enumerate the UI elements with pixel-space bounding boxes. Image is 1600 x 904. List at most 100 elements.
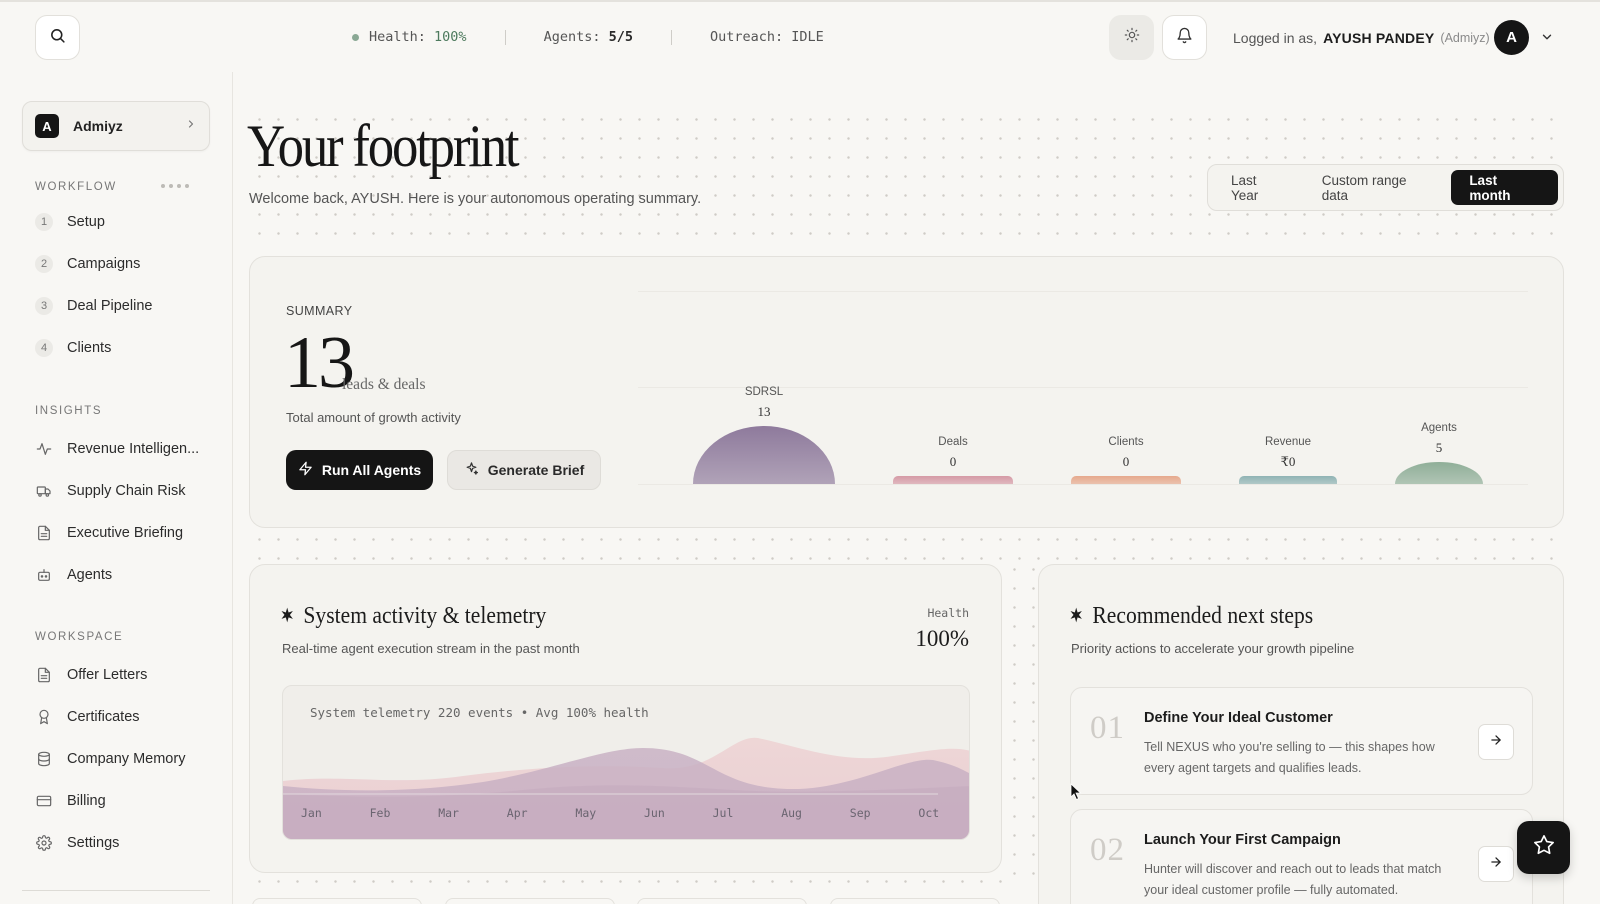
next-steps-title: Recommended next steps [1069,603,1313,630]
sidebar-item-label: Agents [67,567,113,583]
system-status-bar: Health: 100% Agents: 5/5 Outreach: IDLE [352,27,824,47]
month-tick-label: Aug [781,806,802,820]
step-description: Tell NEXUS who you're selling to — this … [1144,740,1435,775]
collapsed-card [637,898,807,904]
health-status-dot [352,33,359,41]
top-border [0,0,1600,2]
month-tick-label: Feb [369,806,391,820]
sidebar-item-label: Settings [67,835,120,851]
metric-label: Deals [938,436,968,448]
search-button[interactable] [35,15,80,60]
chart-gridline [638,291,1528,292]
sidebar-item-setup[interactable]: 1 Setup [35,207,220,237]
org-switcher[interactable]: A Admiyz [22,101,210,151]
date-range-selector: Last Year Custom range data Last month [1207,164,1564,211]
status-divider [671,29,672,45]
sidebar-item-label: Offer Letters [67,667,148,683]
generate-brief-button[interactable]: Generate Brief [447,450,601,490]
login-info: Logged in as, AYUSH PANDEY (Admiyz) [1233,27,1490,49]
theme-toggle-button[interactable] [1109,15,1154,60]
sidebar-item-settings[interactable]: Settings [35,828,220,858]
avatar[interactable]: A [1494,20,1529,55]
page-title: Your footprint [247,113,520,179]
dot-pattern-background [250,530,1565,560]
summary-metrics-chart: SDRSL 13 Deals 0 Clients 0 Revenue ₹0 Agents 5 [638,287,1528,507]
metric-value: 0 [1122,454,1130,469]
favorites-button[interactable] [1517,821,1570,874]
mouse-cursor-icon [1070,783,1082,806]
next-steps-subtitle: Priority actions to accelerate your grow… [1071,641,1355,656]
org-name: Admiyz [73,118,123,134]
step-open-button[interactable] [1478,724,1514,760]
section-title-workflow: WORKFLOW [35,181,117,193]
sidebar-item-revenue-intelligence[interactable]: Revenue Intelligen... [35,434,220,464]
dot-pattern-background [1005,560,1035,890]
step-number: 1 [35,213,53,231]
sidebar-bottom-divider [22,890,210,891]
generate-brief-label: Generate Brief [487,462,585,478]
step-number: 4 [35,339,53,357]
summary-description: Total amount of growth activity [286,410,461,425]
month-tick-label: Jul [712,806,734,820]
range-custom[interactable]: Custom range data [1304,170,1452,205]
sidebar-item-label: Deal Pipeline [67,298,153,314]
award-icon [35,708,53,726]
step-description: Hunter will discover and reach out to le… [1144,862,1442,897]
sidebar-item-offer-letters[interactable]: Offer Letters [35,660,220,690]
metric-value: 5 [1435,440,1443,455]
next-step-item[interactable]: 02 Launch Your First Campaign Hunter wil… [1070,809,1533,904]
next-step-item[interactable]: 01 Define Your Ideal Customer Tell NEXUS… [1070,687,1533,795]
agents-status-label: Agents: [543,29,601,45]
step-open-button[interactable] [1478,846,1514,882]
sidebar-item-deal-pipeline[interactable]: 3 Deal Pipeline [35,291,220,321]
sidebar-item-clients[interactable]: 4 Clients [35,333,220,363]
sidebar-item-certificates[interactable]: Certificates [35,702,220,732]
sidebar-item-supply-chain-risk[interactable]: Supply Chain Risk [35,476,220,506]
bot-icon [35,566,53,584]
metric-value: ₹0 [1280,454,1296,469]
asterisk-icon [1069,603,1083,630]
run-all-agents-button[interactable]: Run All Agents [286,450,433,490]
telemetry-title-text: System activity & telemetry [303,603,547,629]
sidebar-item-label: Company Memory [67,751,186,767]
sidebar-item-billing[interactable]: Billing [35,786,220,816]
sidebar-item-campaigns[interactable]: 2 Campaigns [35,249,220,279]
database-icon [35,750,53,768]
health-status-value: 100% [434,29,467,45]
metric-value: 0 [949,454,957,469]
credit-card-icon [35,792,53,810]
sidebar-divider [232,72,233,904]
metric-dome-deals [893,476,1013,484]
next-steps-card: Recommended next steps Priority actions … [1038,564,1564,904]
metric-label: Agents [1421,422,1457,434]
telemetry-health-label: Health [927,606,969,620]
metric-dome-clients [1071,476,1181,484]
month-tick-label: Oct [918,806,940,820]
collapsed-card [252,898,422,904]
dot-pattern-background [250,872,1002,894]
sidebar-item-company-memory[interactable]: Company Memory [35,744,220,774]
sidebar-item-executive-briefing[interactable]: Executive Briefing [35,518,220,548]
range-last-year[interactable]: Last Year [1213,170,1304,205]
next-steps-title-text: Recommended next steps [1092,603,1314,629]
month-tick-label: Jan [301,806,322,820]
activity-icon [35,440,53,458]
sidebar-item-label: Billing [67,793,106,809]
chevron-down-icon[interactable] [1540,30,1554,49]
run-all-agents-label: Run All Agents [321,462,422,478]
sidebar-item-agents[interactable]: Agents [35,560,220,590]
range-last-month[interactable]: Last month [1451,170,1558,205]
agents-status-value: 5/5 [608,29,633,45]
section-title-insights: INSIGHTS [35,405,103,417]
notifications-button[interactable] [1162,15,1207,60]
user-org-tag: (Admiyz) [1440,31,1490,45]
step-number: 01 [1090,710,1125,746]
sidebar-item-label: Setup [67,214,105,230]
summary-label: SUMMARY [286,304,353,318]
sidebar-item-label: Executive Briefing [67,525,184,541]
sidebar-item-label: Campaigns [67,256,141,272]
asterisk-icon [280,603,294,630]
org-badge: A [35,114,59,138]
metric-dome-revenue [1239,476,1337,484]
telemetry-chart: System telemetry 220 events • Avg 100% h… [282,685,970,840]
